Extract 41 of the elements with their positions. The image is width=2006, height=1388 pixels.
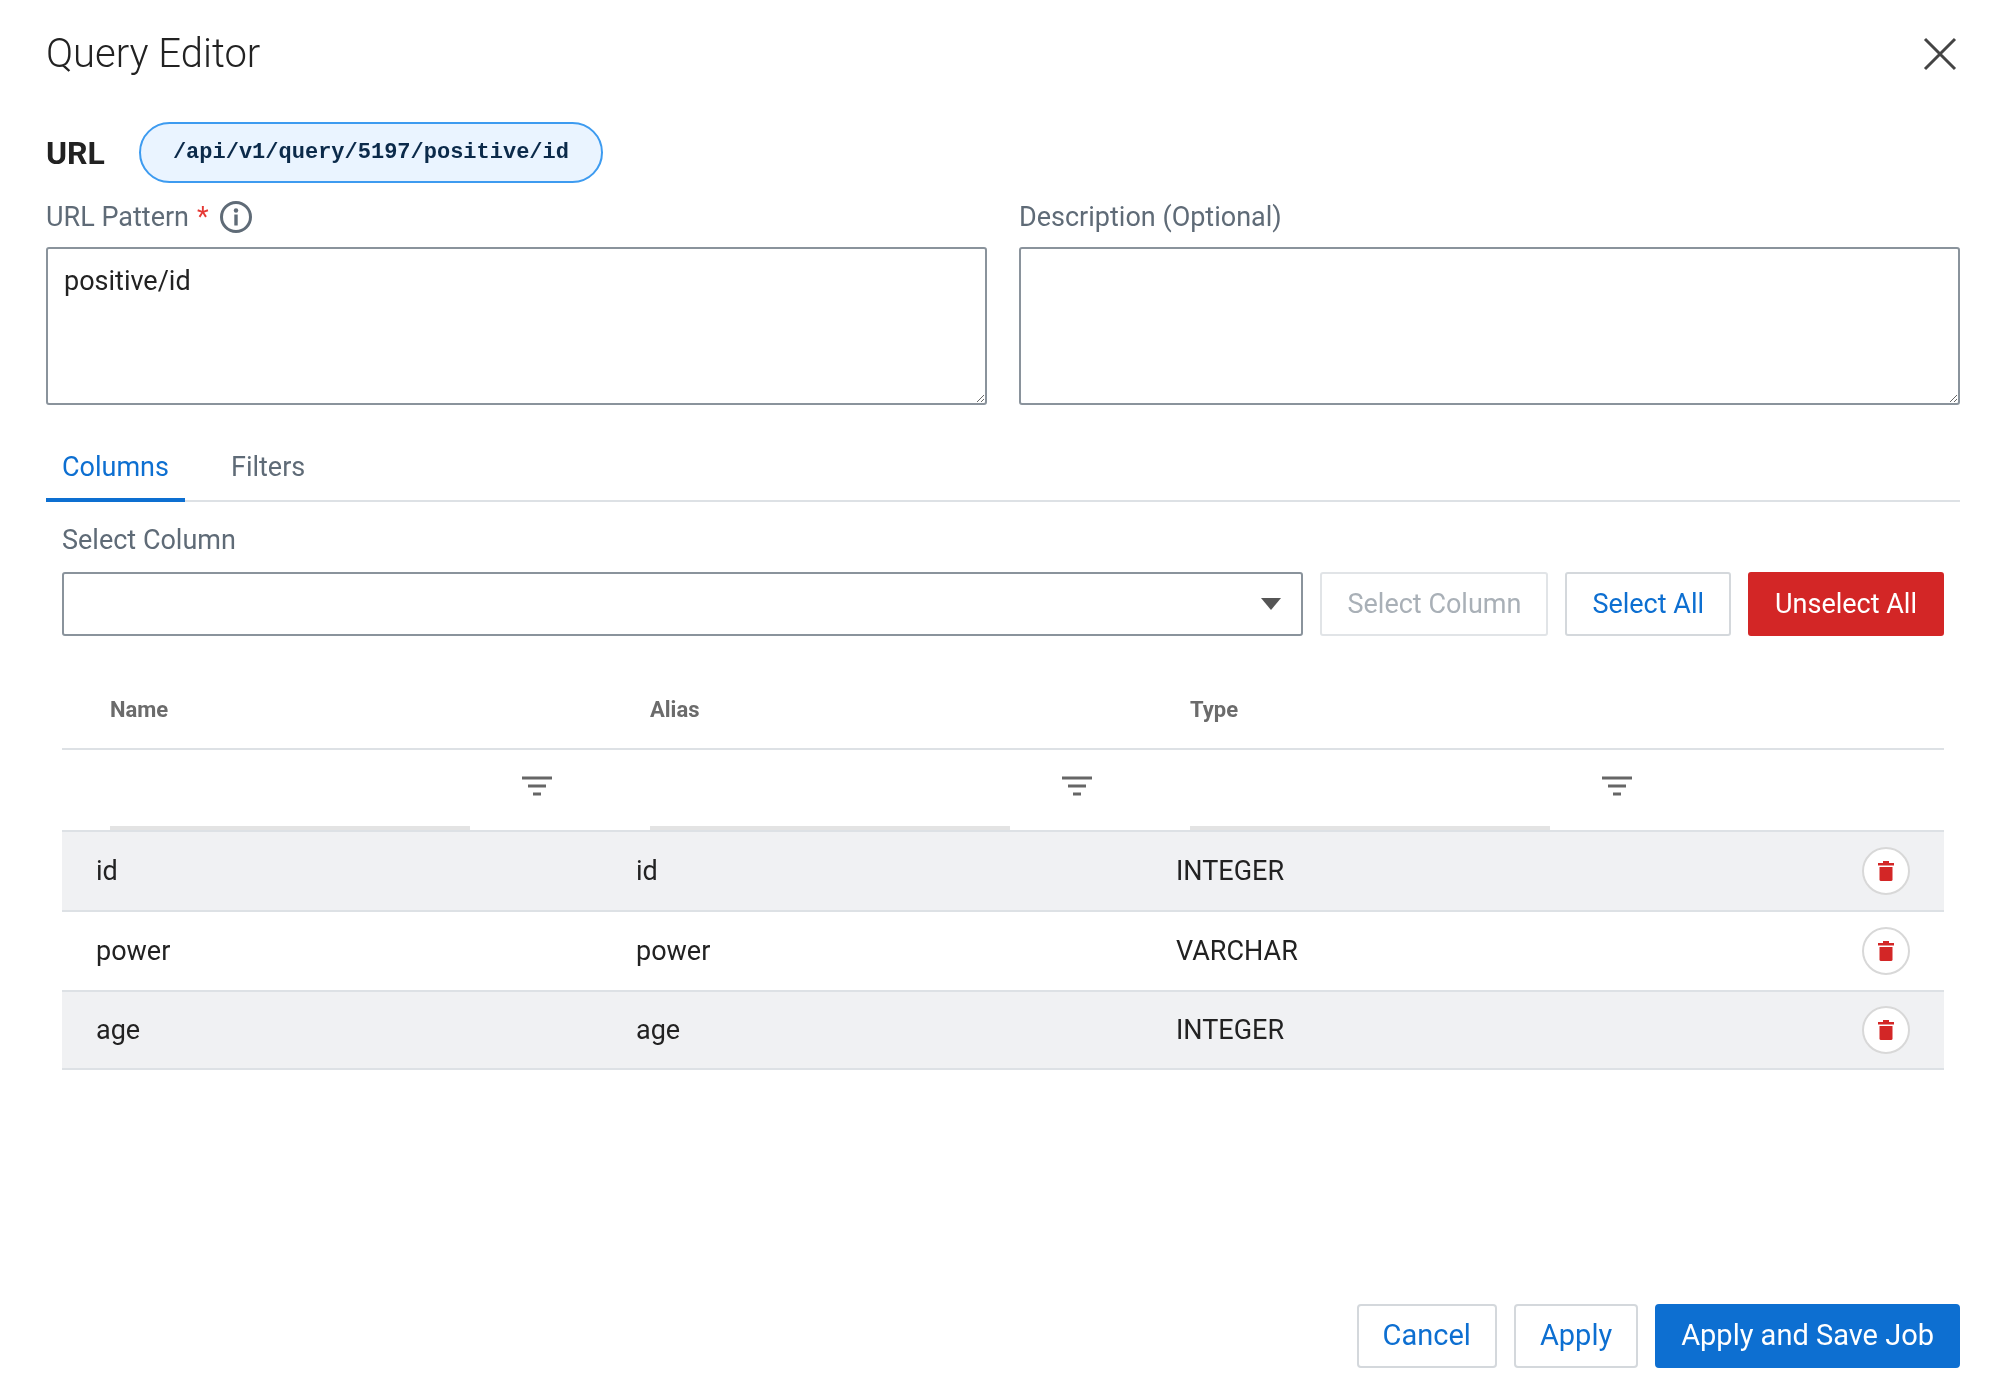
field-label: URL Pattern [46,199,189,235]
trash-icon [1878,1020,1894,1040]
caret-down-icon [1261,598,1282,610]
info-icon[interactable] [218,200,253,234]
filter-icon[interactable] [1602,776,1632,796]
column-dropdown[interactable] [62,572,1304,636]
table-cell-text: power [635,933,711,969]
table-cell-text: power [95,933,171,969]
table-cell-text: INTEGER [1175,853,1285,889]
url-pill: /api/v1/query/5197/positive/id [138,122,603,183]
delete-button[interactable] [1862,927,1910,975]
column-header[interactable]: Name [62,692,169,726]
delete-button[interactable] [1862,1006,1910,1054]
footer-button[interactable]: Apply [1513,1304,1639,1368]
required-mark: * [197,199,209,235]
table-cell-text: id [635,853,658,889]
column-header[interactable]: Type [1142,692,1239,726]
column-header[interactable]: Alias [602,692,700,726]
close-icon [1923,37,1957,71]
field-label: Description (Optional) [1019,199,1282,235]
url-label: URL [46,132,105,174]
table-cell-text: VARCHAR [1175,933,1298,969]
table-cell-text: age [635,1012,681,1048]
url-pattern-field[interactable]: positive/id [46,247,987,405]
table-cell-text: id [95,853,118,889]
field-label: Select Column [62,522,237,558]
delete-button[interactable] [1862,847,1910,895]
column-button[interactable]: Select All [1565,572,1732,636]
filter-icon[interactable] [522,776,552,796]
filter-icon[interactable] [1062,776,1092,796]
table-cell-text: age [95,1012,141,1048]
footer-button[interactable]: Apply and Save Job [1655,1304,1960,1368]
column-button[interactable]: Unselect All [1748,572,1944,636]
trash-icon [1878,941,1894,961]
tab[interactable]: Filters [214,447,322,502]
dialog-title: Query Editor [46,29,261,79]
footer-button[interactable]: Cancel [1356,1304,1497,1368]
table-cell-text: INTEGER [1175,1012,1285,1048]
description-field[interactable] [1019,247,1960,405]
tab[interactable]: Columns [46,447,185,502]
trash-icon [1878,861,1894,881]
